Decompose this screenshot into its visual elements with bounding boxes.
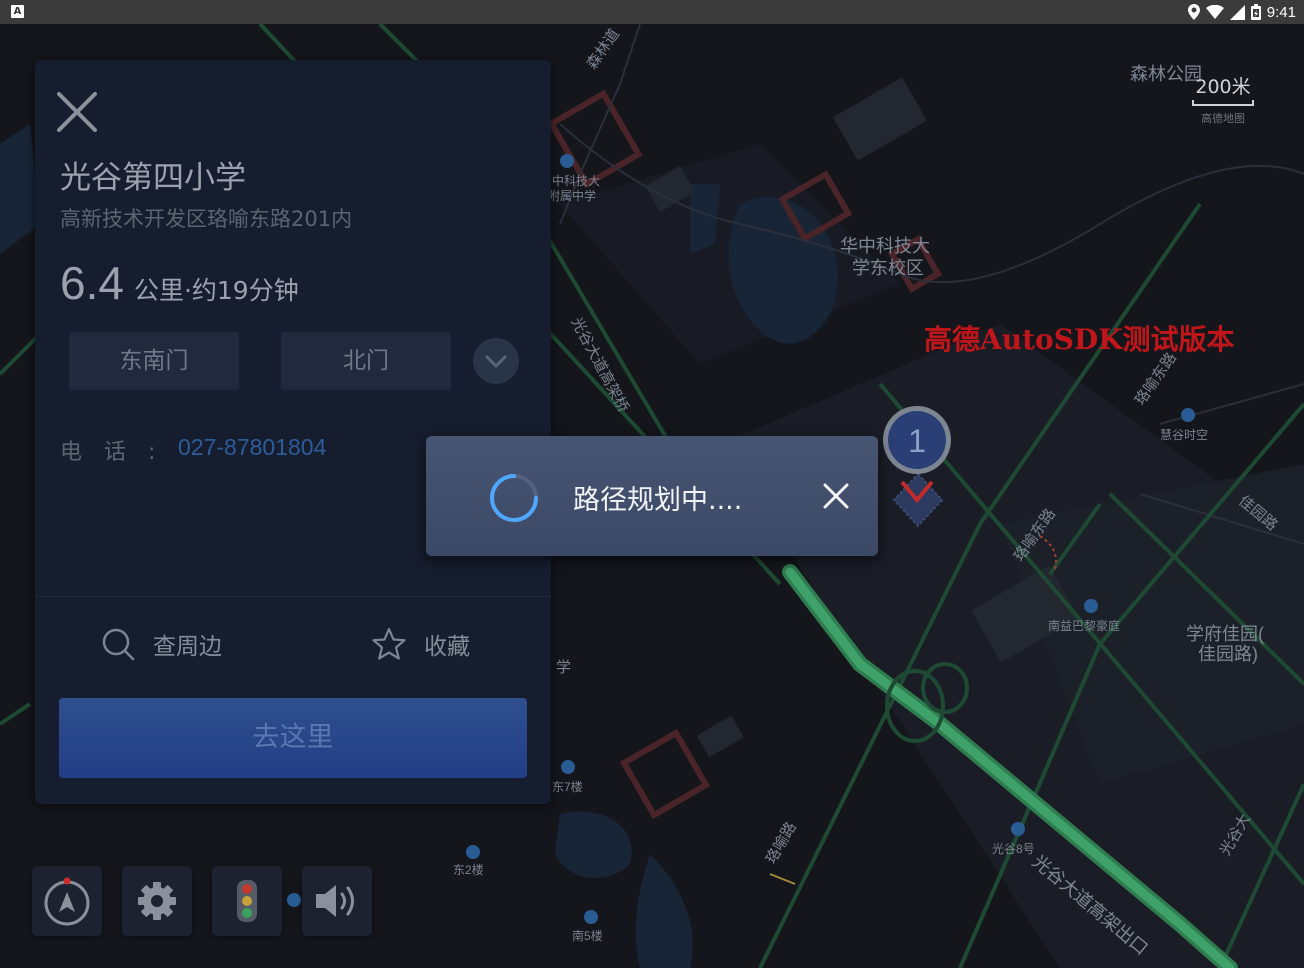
volume-button[interactable]	[302, 866, 372, 936]
loading-spinner-icon	[490, 474, 538, 522]
destination-marker[interactable]: 1	[880, 404, 954, 538]
distance-row: 6.4 公里·约19分钟	[60, 256, 299, 310]
battery-icon	[1250, 4, 1261, 20]
poi-detail-panel: 光谷第四小学 高新技术开发区珞喻东路201内 6.4 公里·约19分钟 东南门 北…	[35, 60, 551, 804]
go-here-button[interactable]: 去这里	[59, 698, 527, 778]
expand-gates-button[interactable]	[473, 338, 519, 384]
map-label-school-fragment: 学	[556, 659, 572, 676]
wifi-icon	[1205, 5, 1224, 19]
map-label-guanggu8: 光谷8号	[992, 842, 1035, 856]
route-planning-message: 路径规划中....	[573, 485, 743, 516]
map-label-east2: 东2楼	[453, 863, 484, 877]
phone-number-link[interactable]: 027-87801804	[178, 434, 326, 461]
distance-text: 公里·约19分钟	[133, 276, 299, 305]
location-icon	[1187, 4, 1200, 20]
settings-button[interactable]	[122, 866, 192, 936]
gate-button-north[interactable]: 北门	[281, 332, 451, 390]
sdk-watermark: 高德AutoSDK测试版本	[924, 323, 1235, 356]
gate-button-southeast[interactable]: 东南门	[69, 332, 239, 390]
marker-number: 1	[908, 423, 926, 459]
poi-name: 光谷第四小学	[60, 160, 246, 196]
compass-icon	[44, 877, 90, 926]
clock: 9:41	[1266, 3, 1296, 21]
map-scale: 200米 高德地图	[1192, 72, 1254, 126]
search-nearby-button[interactable]: 查周边	[101, 622, 222, 666]
favorite-label: 收藏	[424, 634, 470, 660]
map-label-nanyi-bali: 南益巴黎豪庭	[1048, 619, 1121, 633]
map-label-south5: 南5楼	[572, 929, 603, 943]
poi-address: 高新技术开发区珞喻东路201内	[60, 207, 353, 231]
search-icon	[102, 628, 135, 661]
panel-divider	[35, 596, 551, 597]
status-bar: A 9:41	[0, 0, 1304, 24]
speaker-icon	[316, 885, 354, 917]
map-label-xuefu-2: 佳园路)	[1198, 644, 1258, 664]
map-label-hust-east-2: 学东校区	[852, 258, 924, 278]
compass-button[interactable]	[32, 866, 102, 936]
traffic-light-icon	[237, 880, 257, 922]
favorite-button[interactable]: 收藏	[372, 622, 470, 666]
chevron-down-icon	[485, 355, 507, 369]
close-panel-icon[interactable]	[55, 90, 99, 134]
star-icon	[372, 627, 406, 660]
phone-label: 电话:	[60, 440, 178, 465]
map-brand: 高德地图	[1201, 112, 1245, 125]
scale-label: 200米	[1195, 76, 1251, 98]
traffic-button[interactable]	[212, 866, 282, 936]
map-label-hust-affiliated-2: 附属中学	[548, 189, 597, 203]
map-label-east7: 东7楼	[552, 780, 583, 794]
distance-value: 6.4	[60, 257, 124, 309]
status-icons: 9:41	[1187, 0, 1296, 24]
close-dialog-icon[interactable]	[822, 482, 850, 510]
search-nearby-label: 查周边	[153, 634, 222, 660]
app-notification-icon: A	[11, 5, 24, 18]
signal-icon	[1229, 4, 1245, 20]
map-label-huigu-space: 慧谷时空	[1160, 428, 1209, 442]
route-planning-dialog: 路径规划中....	[426, 436, 878, 556]
scale-bar	[1192, 100, 1254, 106]
gear-icon	[138, 882, 176, 920]
